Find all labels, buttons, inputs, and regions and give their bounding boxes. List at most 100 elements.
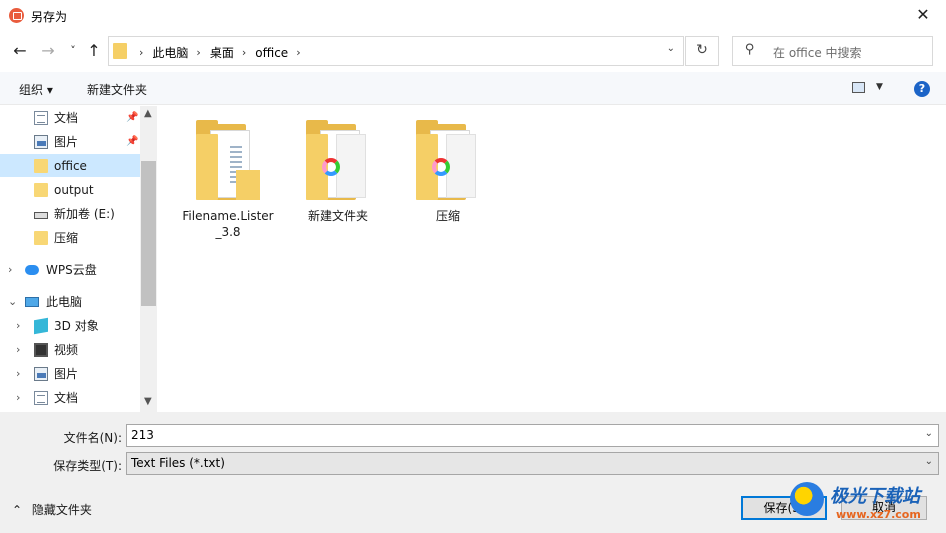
view-dropdown-icon[interactable]: ▼ [876, 82, 883, 92]
sidebar-item-drive-e[interactable]: 新加卷 (E:) [0, 202, 140, 225]
forward-icon[interactable]: → [39, 42, 57, 60]
sidebar-item-label: WPS云盘 [46, 263, 97, 277]
folder-icon [306, 120, 370, 200]
collapse-icon[interactable]: ⌄ [8, 295, 17, 308]
drive-icon [34, 212, 48, 219]
folder-icon [416, 120, 480, 200]
refresh-button[interactable]: ↻ [685, 36, 719, 66]
close-button[interactable]: ✕ [900, 0, 946, 32]
sidebar-item-documents[interactable]: › 文档 [0, 386, 140, 409]
sidebar-item-compress[interactable]: 压缩 [0, 226, 140, 249]
hide-folders-label: 隐藏文件夹 [31, 503, 92, 517]
file-item-compress[interactable]: 压缩 [400, 120, 496, 224]
sidebar-item-documents-quick[interactable]: 文档 📌 [0, 106, 140, 129]
filetype-value: Text Files (*.txt) [131, 456, 225, 470]
chevron-down-icon: ⌄ [924, 456, 933, 467]
breadcrumb-desktop[interactable]: 桌面 [210, 44, 234, 61]
chevron-down-icon[interactable]: ⌄ [667, 43, 675, 54]
watermark-logo-icon [790, 482, 824, 516]
sidebar-item-output[interactable]: output [0, 178, 140, 201]
folder-icon [196, 120, 260, 200]
search-placeholder: 在 office 中搜索 [773, 46, 862, 60]
breadcrumb-office[interactable]: office [255, 46, 288, 60]
navigation-bar: ← → ˅ ↑ › 此电脑 › 桌面 › office › ⌄ ↻ ⚲ 在 of… [0, 32, 946, 70]
sidebar-item-pictures[interactable]: › 图片 [0, 362, 140, 385]
filename-value: 213 [131, 428, 154, 442]
sidebar-item-label: 新加卷 (E:) [54, 207, 115, 221]
window-title: 另存为 [31, 10, 68, 24]
sidebar-item-label: 图片 [54, 135, 79, 149]
breadcrumb: › 此电脑 › 桌面 › office › [131, 44, 310, 61]
chevron-down-icon[interactable]: ⌄ [925, 428, 933, 439]
sidebar-item-pictures-quick[interactable]: 图片 📌 [0, 130, 140, 153]
app-logo-icon [322, 158, 340, 176]
site-watermark: 极光下载站 www.xz7.com [790, 480, 940, 528]
sidebar-item-label: 文档 [54, 111, 79, 125]
filename-label: 文件名(N): [63, 431, 122, 445]
folder-icon [113, 43, 127, 59]
expand-icon[interactable]: › [16, 343, 20, 356]
folder-icon [34, 182, 48, 197]
watermark-url: www.xz7.com [836, 508, 921, 521]
up-folder-icon[interactable]: ↑ [85, 42, 103, 60]
filetype-select[interactable]: Text Files (*.txt) ⌄ [126, 452, 939, 475]
filename-field[interactable]: 213 ⌄ [126, 424, 939, 447]
watermark-title: 极光下载站 [830, 486, 920, 507]
scroll-thumb[interactable] [141, 161, 156, 306]
expand-icon[interactable]: › [8, 263, 12, 276]
video-icon [34, 342, 48, 357]
sidebar-item-this-pc[interactable]: ⌄ 此电脑 [0, 290, 140, 313]
3d-objects-icon [34, 317, 48, 334]
app-logo-icon [432, 158, 450, 176]
help-icon[interactable]: ? [914, 81, 930, 97]
sidebar-item-label: 压缩 [54, 231, 79, 245]
sidebar-item-wps-cloud[interactable]: › WPS云盘 [0, 258, 140, 281]
sidebar-item-3d-objects[interactable]: › 3D 对象 [0, 314, 140, 337]
breadcrumb-this-pc[interactable]: 此电脑 [152, 44, 188, 61]
sidebar-item-videos[interactable]: › 视频 [0, 338, 140, 361]
view-options-icon[interactable] [852, 82, 865, 93]
picture-icon [34, 366, 48, 381]
sidebar-item-label: 文档 [54, 391, 79, 405]
file-name: 压缩 [435, 209, 460, 223]
scroll-down-icon[interactable]: ▼ [144, 396, 152, 407]
expand-icon[interactable]: › [16, 391, 20, 404]
expand-icon[interactable]: › [16, 367, 20, 380]
chevron-right-icon: › [139, 46, 144, 59]
organize-menu[interactable]: 组织 ▾ [19, 81, 53, 98]
chevron-right-icon[interactable]: › [196, 46, 200, 59]
expand-icon[interactable]: › [16, 319, 20, 332]
recent-locations-icon[interactable]: ˅ [64, 42, 82, 60]
app-icon [9, 8, 24, 23]
folder-icon [34, 230, 48, 245]
file-name: Filename.Lister_3.8 [182, 209, 274, 239]
scroll-up-icon[interactable]: ▲ [144, 108, 152, 119]
file-name: 新建文件夹 [307, 209, 368, 223]
sidebar-item-label: 3D 对象 [54, 319, 99, 333]
cloud-icon [25, 264, 39, 275]
chevron-right-icon[interactable]: › [296, 46, 300, 59]
computer-icon [25, 296, 39, 307]
sidebar-item-office[interactable]: office [0, 154, 140, 177]
document-icon [34, 110, 48, 125]
sidebar-scrollbar[interactable]: ▲ ▼ [140, 106, 157, 412]
pin-icon: 📌 [126, 136, 139, 147]
sidebar-item-label: 视频 [54, 343, 79, 357]
search-input[interactable]: ⚲ 在 office 中搜索 [732, 36, 933, 66]
filetype-label: 保存类型(T): [53, 459, 122, 473]
sidebar-item-label: 图片 [54, 367, 79, 381]
chevron-up-icon: ⌃ [12, 503, 23, 517]
file-item-filename-lister[interactable]: Filename.Lister_3.8 [180, 120, 276, 240]
new-folder-button[interactable]: 新建文件夹 [87, 81, 147, 98]
sidebar-item-label: 此电脑 [46, 295, 83, 309]
hide-folders-toggle[interactable]: ⌃ 隐藏文件夹 [12, 501, 92, 518]
back-icon[interactable]: ← [11, 42, 29, 60]
file-list: Filename.Lister_3.8 新建文件夹 压缩 [159, 106, 946, 412]
sidebar-item-label: output [54, 182, 94, 197]
sidebar-item-label: office [54, 158, 87, 173]
title-bar: 另存为 ✕ [0, 0, 946, 32]
navigation-pane: 文档 📌 图片 📌 office output 新加卷 (E:) 压缩 › WP… [0, 106, 158, 412]
chevron-right-icon[interactable]: › [242, 46, 246, 59]
address-bar[interactable]: › 此电脑 › 桌面 › office › ⌄ [108, 36, 684, 66]
file-item-new-folder[interactable]: 新建文件夹 [290, 120, 386, 224]
